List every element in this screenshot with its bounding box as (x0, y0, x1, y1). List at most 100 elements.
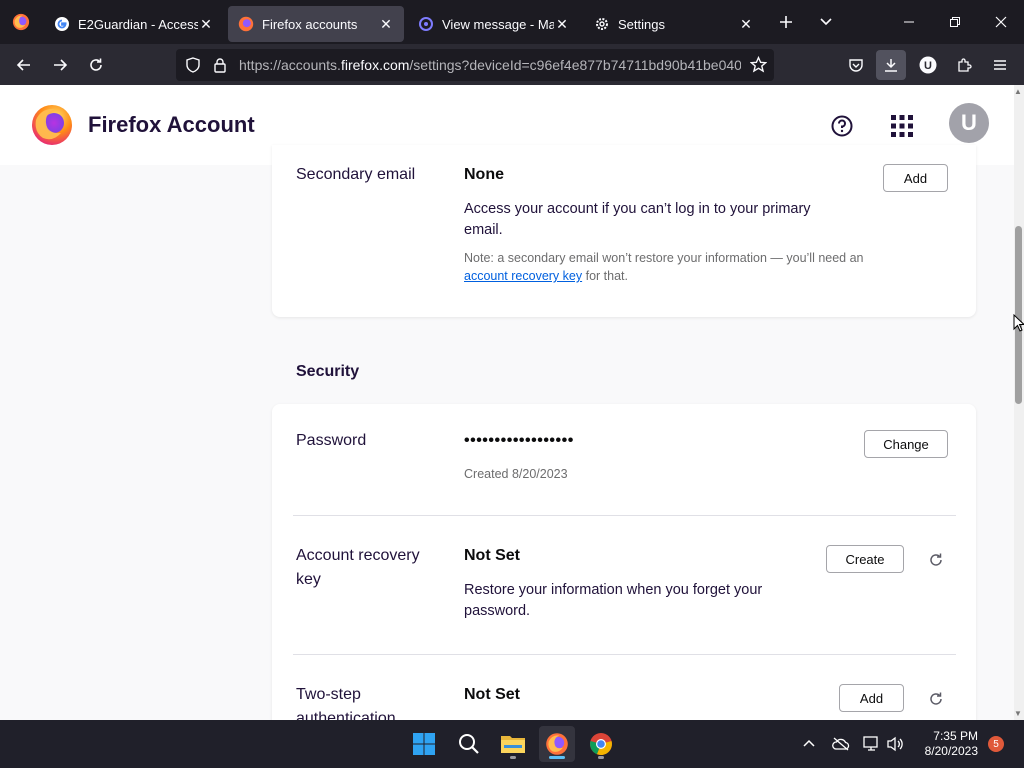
firefox-taskbar-button[interactable] (539, 726, 575, 762)
address-bar[interactable]: https://accounts.firefox.com/settings?de… (176, 49, 774, 81)
scroll-down-arrow-icon[interactable]: ▼ (1013, 709, 1023, 719)
close-icon[interactable]: ✕ (738, 16, 754, 32)
two-step-auth-label: Two-step authentication (296, 683, 396, 720)
restore-icon (950, 17, 960, 27)
close-icon[interactable]: ✕ (378, 16, 394, 32)
minimize-button[interactable] (886, 0, 932, 44)
two-step-auth-value: Not Set (464, 686, 520, 703)
plus-icon (780, 16, 792, 28)
add-two-step-auth-button[interactable]: Add (839, 684, 904, 712)
list-all-tabs-button[interactable] (812, 8, 840, 36)
firefox-logo[interactable] (31, 104, 73, 146)
windows-logo-icon (413, 733, 435, 755)
help-button[interactable] (829, 113, 855, 139)
url-prefix: https://accounts. (239, 57, 341, 73)
scroll-up-arrow-icon[interactable]: ▲ (1013, 87, 1023, 97)
tab-mail[interactable]: View message - Mail.tm ✕ (408, 6, 580, 42)
account-recovery-key-link[interactable]: account recovery key (464, 269, 582, 283)
volume-button[interactable] (886, 734, 906, 754)
clock-date: 8/20/2023 (924, 744, 978, 758)
close-icon (995, 16, 1007, 28)
restore-button[interactable] (932, 0, 978, 44)
account-button[interactable]: U (913, 50, 943, 80)
minimize-icon (904, 21, 914, 23)
page-title: Firefox Account (88, 112, 255, 137)
search-button[interactable] (451, 726, 487, 762)
tab-label: Firefox accounts (262, 16, 358, 32)
firefox-icon (12, 13, 30, 31)
recovery-key-label: Account recovery key (296, 544, 420, 592)
tab-label: View message - Mail.tm (442, 16, 554, 32)
reload-icon (90, 58, 102, 71)
extensions-button[interactable] (949, 50, 979, 80)
description-line: Restore your information when you forget… (464, 582, 763, 598)
password-created-date: Created 8/20/2023 (464, 467, 568, 481)
close-window-button[interactable] (978, 0, 1024, 44)
puzzle-icon (958, 58, 972, 72)
clock-time: 7:35 PM (933, 729, 978, 743)
downloads-button[interactable] (876, 50, 906, 80)
start-button[interactable] (406, 726, 442, 762)
forward-button[interactable] (45, 50, 75, 80)
add-secondary-email-button[interactable]: Add (883, 164, 948, 192)
windows-taskbar: 7:35 PM 8/20/2023 (0, 720, 1024, 768)
firefox-icon (546, 733, 568, 755)
password-label: Password (296, 432, 367, 449)
create-recovery-key-button[interactable]: Create (826, 545, 904, 573)
app-menu-button[interactable] (985, 50, 1015, 80)
chevron-down-icon (820, 18, 832, 26)
search-icon (459, 734, 479, 754)
running-indicator (598, 756, 604, 759)
close-icon[interactable]: ✕ (198, 16, 214, 32)
label-line: authentication (296, 710, 396, 720)
security-heading: Security (296, 363, 360, 380)
speaker-icon (887, 736, 903, 752)
navigation-toolbar: https://accounts.firefox.com/settings?de… (0, 44, 1024, 85)
avatar[interactable]: U (949, 103, 989, 143)
bookmark-star-icon[interactable] (749, 55, 768, 78)
label-line: key (296, 571, 321, 588)
label-line: Account recovery (296, 547, 420, 564)
svg-text:U: U (924, 60, 932, 72)
back-button[interactable] (9, 50, 39, 80)
refresh-icon[interactable] (928, 552, 944, 568)
file-explorer-button[interactable] (495, 726, 531, 762)
google-icon (54, 16, 70, 32)
system-clock[interactable]: 7:35 PM 8/20/2023 (910, 729, 978, 759)
chevron-up-icon (803, 739, 815, 747)
running-indicator (549, 756, 565, 759)
tab-firefox-accounts[interactable]: Firefox accounts ✕ (228, 6, 404, 42)
tab-strip: E2Guardian - Access De ✕ Firefox account… (0, 0, 1024, 44)
divider (293, 654, 956, 655)
firefox-view-button[interactable] (0, 0, 42, 44)
new-tab-button[interactable] (772, 8, 800, 36)
recovery-key-value: Not Set (464, 547, 520, 564)
tab-label: E2Guardian - Access De (78, 16, 198, 32)
onedrive-status-button[interactable] (831, 734, 851, 754)
url-domain: firefox.com (340, 57, 410, 73)
chrome-icon (590, 733, 612, 756)
divider (293, 515, 956, 516)
network-button[interactable] (862, 734, 882, 754)
notification-badge[interactable]: 5 (988, 736, 1004, 752)
refresh-icon[interactable] (928, 691, 944, 707)
tab-e2guardian[interactable]: E2Guardian - Access De ✕ (44, 6, 224, 42)
note-text: Note: a secondary email won’t restore yo… (464, 251, 864, 265)
tracking-protection-icon[interactable] (185, 57, 201, 78)
secondary-email-note: Note: a secondary email won’t restore yo… (464, 249, 864, 285)
apps-menu-button[interactable] (889, 113, 915, 139)
pocket-button[interactable] (841, 50, 871, 80)
reload-button[interactable] (81, 50, 111, 80)
chrome-taskbar-button[interactable] (583, 726, 619, 762)
hamburger-menu-icon (994, 60, 1006, 70)
tab-settings[interactable]: Settings ✕ (584, 6, 764, 42)
close-icon[interactable]: ✕ (554, 16, 570, 32)
label-line: Two-step (296, 686, 361, 703)
change-password-button[interactable]: Change (864, 430, 948, 458)
secondary-email-value: None (464, 166, 504, 183)
show-hidden-icons-button[interactable] (799, 734, 819, 754)
url-text[interactable]: https://accounts.firefox.com/settings?de… (239, 49, 741, 81)
grid-icon (891, 115, 913, 137)
gear-icon (594, 16, 610, 32)
lock-icon[interactable] (213, 57, 227, 78)
